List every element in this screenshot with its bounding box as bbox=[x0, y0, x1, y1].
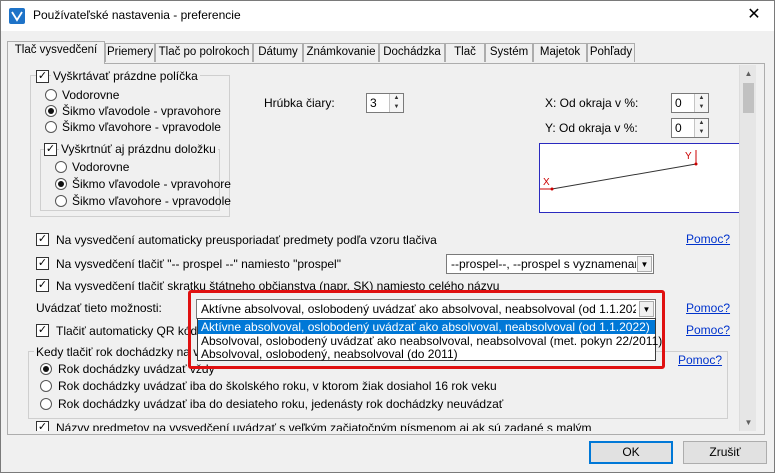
stepper-arrows-icon[interactable]: ▲ ▼ bbox=[694, 94, 708, 112]
print-state-abbr-label: Na vysvedčení tlačiť skratku štátneho ob… bbox=[56, 279, 500, 293]
clause-label: Vyškrtnúť aj prázdnu doložku bbox=[59, 142, 218, 156]
dropdown-option[interactable]: Absolvoval, oslobodený uvádzať ako neabs… bbox=[198, 334, 662, 348]
empty-fields-radio-diag-down[interactable] bbox=[45, 121, 57, 133]
state-options-label: Uvádzať tieto možnosti: bbox=[36, 301, 162, 315]
dropdown-option[interactable]: Absolvoval, oslobodený, neabsolvoval (do… bbox=[198, 347, 655, 361]
print-prospel-label: Na vysvedčení tlačiť "-- prospel --" nam… bbox=[56, 257, 341, 271]
margin-y-stepper[interactable]: 0 ▲ ▼ bbox=[671, 118, 709, 138]
empty-fields-radio-diag-up[interactable] bbox=[45, 105, 57, 117]
attendance-radio-always[interactable] bbox=[40, 363, 52, 375]
state-options-select-value: Aktívne absolvoval, oslobodený uvádzať a… bbox=[201, 302, 636, 316]
app-icon bbox=[9, 8, 25, 24]
attendance-option-label: Rok dochádzky uvádzať iba do školského r… bbox=[58, 379, 497, 393]
margin-y-value: 0 bbox=[675, 121, 682, 135]
qr-label: Tlačiť automaticky QR kódin bbox=[56, 324, 207, 338]
reorder-subjects-label: Na vysvedčení automaticky preusporiadať … bbox=[56, 233, 437, 247]
margin-y-label: Y: Od okraja v %: bbox=[545, 121, 638, 135]
preferences-window: Používateľské nastavenia - preferencie ✕… bbox=[0, 0, 775, 473]
tab-tlac-vysvedceni[interactable]: Tlač vysvedčení bbox=[7, 41, 105, 64]
clause-option-label: Šikmo vľavohore - vpravodole bbox=[72, 194, 231, 208]
reorder-subjects-checkbox[interactable]: ✓ bbox=[36, 233, 49, 246]
tab-system[interactable]: Systém bbox=[485, 43, 533, 62]
print-state-abbr-checkbox[interactable]: ✓ bbox=[36, 279, 49, 292]
line-preview: X Y bbox=[539, 143, 739, 213]
preview-y-label: Y bbox=[685, 151, 692, 162]
clause-option-label: Vodorovne bbox=[72, 160, 130, 174]
attendance-radio-tenth-year[interactable] bbox=[40, 398, 52, 410]
vertical-scrollbar[interactable]: ▲ ▼ bbox=[739, 65, 756, 431]
tab-znamkovanie[interactable]: Známkovanie bbox=[303, 43, 379, 62]
tab-tlac[interactable]: Tlač bbox=[445, 43, 485, 62]
empty-fields-checkbox[interactable]: ✓ bbox=[36, 70, 49, 83]
attendance-option-label: Rok dochádzky uvádzať iba do desiateho r… bbox=[58, 397, 504, 411]
subject-caps-checkbox[interactable]: ✓ bbox=[36, 421, 49, 431]
state-options-dropdown-list: Aktívne absolvoval, oslobodený uvádzať a… bbox=[197, 318, 662, 361]
help-link[interactable]: Pomoc? bbox=[686, 232, 730, 246]
dropdown-option[interactable]: Aktívne absolvoval, oslobodený uvádzať a… bbox=[198, 320, 655, 334]
empty-fields-option-label: Šikmo vľavodole - vpravohore bbox=[62, 104, 221, 118]
chevron-down-icon[interactable]: ▼ bbox=[639, 301, 654, 317]
cancel-button[interactable]: Zrušiť bbox=[683, 441, 767, 464]
margin-x-stepper[interactable]: 0 ▲ ▼ bbox=[671, 93, 709, 113]
empty-fields-radio-horizontal[interactable] bbox=[45, 89, 57, 101]
chevron-down-icon[interactable]: ▼ bbox=[637, 256, 652, 272]
scroll-down-icon[interactable]: ▼ bbox=[740, 414, 757, 431]
empty-fields-label: Vyškrtávať prázdne políčka bbox=[51, 69, 200, 83]
empty-fields-option-label: Šikmo vľavohore - vpravodole bbox=[62, 120, 221, 134]
help-link[interactable]: Pomoc? bbox=[686, 301, 730, 315]
tab-priemery[interactable]: Priemery bbox=[105, 43, 155, 62]
qr-checkbox[interactable]: ✓ bbox=[36, 324, 49, 337]
line-thickness-stepper[interactable]: 3 ▲ ▼ bbox=[366, 93, 404, 113]
clause-radio-diag-down[interactable] bbox=[55, 195, 67, 207]
line-preview-graphic: X Y bbox=[540, 150, 698, 191]
clause-radio-horizontal[interactable] bbox=[55, 161, 67, 173]
tab-datumy[interactable]: Dátumy bbox=[253, 43, 303, 62]
attendance-option-label: Rok dochádzky uvádzať vždy bbox=[58, 362, 215, 376]
prospel-select[interactable]: --prospel--, --prospel s vyznamenaním--,… bbox=[446, 254, 654, 274]
prospel-select-value: --prospel--, --prospel s vyznamenaním--, bbox=[451, 257, 636, 271]
help-link[interactable]: Pomoc? bbox=[686, 323, 730, 337]
clause-checkbox[interactable]: ✓ bbox=[44, 143, 57, 156]
stepper-arrows-icon[interactable]: ▲ ▼ bbox=[389, 94, 403, 112]
state-options-select[interactable]: Aktívne absolvoval, oslobodený uvádzať a… bbox=[196, 299, 656, 319]
ok-button[interactable]: OK bbox=[589, 441, 673, 464]
help-link[interactable]: Pomoc? bbox=[678, 353, 722, 367]
tab-pohlady[interactable]: Pohľady bbox=[587, 43, 635, 62]
window-title: Používateľské nastavenia - preferencie bbox=[33, 8, 241, 22]
line-thickness-value: 3 bbox=[370, 96, 377, 110]
attendance-year-label: Kedy tlačiť rok dochádzky na vy bbox=[34, 345, 208, 359]
empty-fields-option-label: Vodorovne bbox=[62, 88, 120, 102]
title-bar: Používateľské nastavenia - preferencie ✕ bbox=[1, 1, 774, 31]
tab-dochadzka[interactable]: Dochádzka bbox=[379, 43, 445, 62]
margin-x-value: 0 bbox=[675, 96, 682, 110]
line-thickness-label: Hrúbka čiary: bbox=[264, 96, 335, 110]
clause-radio-diag-up[interactable] bbox=[55, 178, 67, 190]
close-icon[interactable]: ✕ bbox=[734, 1, 774, 31]
subject-caps-label: Názvy predmetov na vysvedčení uvádzať s … bbox=[56, 421, 592, 431]
settings-content: ✓ Vyškrtávať prázdne políčka Vodorovne Š… bbox=[26, 65, 739, 431]
scroll-thumb[interactable] bbox=[743, 83, 754, 113]
preview-x-label: X bbox=[543, 177, 550, 188]
stepper-arrows-icon[interactable]: ▲ ▼ bbox=[694, 119, 708, 137]
clause-option-label: Šikmo vľavodole - vpravohore bbox=[72, 177, 231, 191]
print-prospel-checkbox[interactable]: ✓ bbox=[36, 257, 49, 270]
scroll-up-icon[interactable]: ▲ bbox=[740, 65, 757, 82]
attendance-radio-age16[interactable] bbox=[40, 380, 52, 392]
margin-x-label: X: Od okraja v %: bbox=[545, 96, 639, 110]
tab-majetok[interactable]: Majetok bbox=[533, 43, 587, 62]
tab-tlac-po-polrokoch[interactable]: Tlač po polrokoch bbox=[155, 43, 253, 62]
